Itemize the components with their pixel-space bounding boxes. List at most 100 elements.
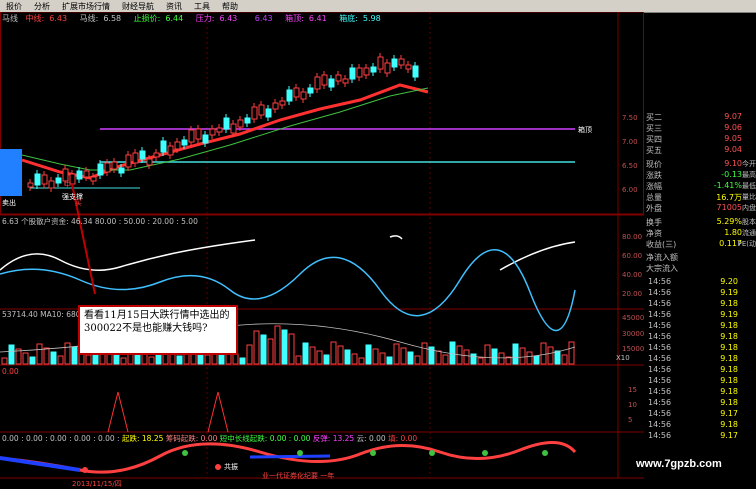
quote-row: 大宗流入 [646, 264, 678, 273]
candle-body [48, 180, 55, 189]
sell-zone-block [0, 149, 22, 196]
signal-dot [182, 450, 188, 456]
menu-analysis[interactable]: 分析 [28, 1, 56, 12]
volume-bar [498, 352, 505, 365]
volume-bar [386, 356, 393, 365]
candle-body [363, 67, 370, 76]
candle-body [118, 167, 125, 174]
volume-bar [113, 353, 120, 365]
quote-row: 现价 9.10 今开 [646, 159, 756, 169]
legend-box-bottom: 箱底: 5.98 [339, 14, 381, 23]
candle-body [307, 87, 314, 94]
trend-band-blue [249, 454, 331, 459]
tick-row: 14:56 9.18 [648, 376, 738, 385]
annotation-mid: 中 [64, 181, 71, 189]
volume-bar [463, 349, 470, 365]
volume-bar [484, 344, 491, 365]
candle-body [321, 74, 328, 86]
candlesticks [27, 53, 419, 192]
indicator-legend: 马线 中线: 6.43 马线: 6.58 止损价: 6.44 压力: 6.43 6.43… [2, 13, 391, 24]
candle-body [139, 150, 146, 160]
candle-body [132, 152, 139, 164]
volume-bar [57, 355, 64, 365]
volume-bar [309, 346, 316, 365]
volume-bar [148, 356, 155, 365]
quote-row: 外盘 71005 内盘 [646, 203, 756, 213]
oscillator-white-line [499, 241, 576, 271]
panel3-tick: 15000 [622, 345, 645, 353]
menu-quote[interactable]: 报价 [0, 1, 28, 12]
legend-ma: 马线: 6.58 [79, 14, 122, 23]
quote-panel: 买二 9.07 买三 9.06 买四 9.05 买五 9.04 现价 9.10 今开 涨跌 -… [644, 112, 756, 442]
volume-bar [561, 354, 568, 365]
panel5-title: 0.00 : 0.00 : 0.00 : 0.00 : 0.00 : 起跌: 1… [2, 434, 418, 443]
menu-extended-market[interactable]: 扩展市场行情 [56, 1, 116, 12]
signal-dot [370, 450, 376, 456]
callout-note: 看看11月15日大跌行情中选出的300022不是也能赚大钱吗? [78, 305, 238, 355]
quote-row: 总量 16.7万 量比 [646, 193, 756, 202]
volume-bar [337, 345, 344, 365]
candle-body [188, 129, 195, 143]
volume-bar [449, 341, 456, 365]
candle-body [391, 58, 398, 68]
resonance-flag: 共振 [224, 463, 238, 471]
menu-tools[interactable]: 工具 [188, 1, 216, 12]
volume-bar [295, 355, 302, 365]
volume-bar [568, 341, 575, 365]
signal-dot [82, 467, 88, 473]
tick-row: 14:56 9.17 [648, 431, 738, 440]
candle-body [41, 174, 48, 185]
menu-finance-nav[interactable]: 财经导航 [116, 1, 160, 12]
volume-bar [421, 342, 428, 365]
volume-bar [274, 325, 281, 365]
quote-row: 收益(三) 0.117 PE(动 [646, 239, 756, 249]
signal-dot [297, 450, 303, 456]
annotation-buy: 买 [75, 199, 82, 207]
volume-bar [372, 348, 379, 365]
watermark: www.7gpzb.com [636, 458, 722, 470]
volume-bar [491, 348, 498, 365]
candle-body [181, 139, 188, 146]
signal-triangle [207, 391, 229, 433]
chart-canvas[interactable] [0, 12, 644, 487]
oscillator-white-line [389, 235, 403, 240]
candle-body [405, 64, 412, 70]
candle-body [293, 87, 300, 98]
volume-bar [526, 351, 533, 365]
sell-label: 卖出 [2, 199, 16, 207]
tick-row: 14:56 9.18 [648, 343, 738, 352]
candle-body [230, 123, 237, 134]
panel3-unit: X10 [616, 354, 630, 362]
quote-row: 涨幅 -1.41% 最低 [646, 181, 756, 191]
volume-bar [232, 353, 239, 365]
candle-body [27, 182, 34, 188]
tick-row: 14:56 9.20 [648, 277, 738, 286]
panel5-bottom-label: 业一代证券化纪要 一年 [262, 472, 335, 480]
candle-body [286, 89, 293, 102]
signal-dot [429, 450, 435, 456]
legend-mid: 中线: 6.43 [25, 14, 68, 23]
panel3-tick: 45000 [622, 314, 645, 322]
menu-news[interactable]: 资讯 [160, 1, 188, 12]
candle-body [76, 170, 83, 180]
candle-body [412, 65, 419, 78]
volume-bar [358, 357, 365, 365]
volume-bar [176, 355, 183, 365]
volume-bar [22, 352, 29, 365]
volume-bar [50, 351, 57, 365]
menu-help[interactable]: 帮助 [216, 1, 244, 12]
tick-row: 14:56 9.18 [648, 420, 738, 429]
volume-bar [554, 350, 561, 365]
volume-bar [477, 357, 484, 365]
signal-dot [542, 450, 548, 456]
tick-row: 14:56 9.18 [648, 354, 738, 363]
panel4-tick: 5 [628, 416, 633, 424]
candle-body [34, 173, 41, 186]
ma-mid-line [21, 83, 429, 180]
candle-body [174, 141, 181, 150]
candle-body [349, 67, 356, 80]
candle-body [90, 176, 97, 182]
chart-area[interactable]: 马线 中线: 6.43 马线: 6.58 止损价: 6.44 压力: 6.43 6.43… [0, 12, 645, 489]
candle-body [83, 170, 90, 178]
volume-bar [260, 334, 267, 365]
